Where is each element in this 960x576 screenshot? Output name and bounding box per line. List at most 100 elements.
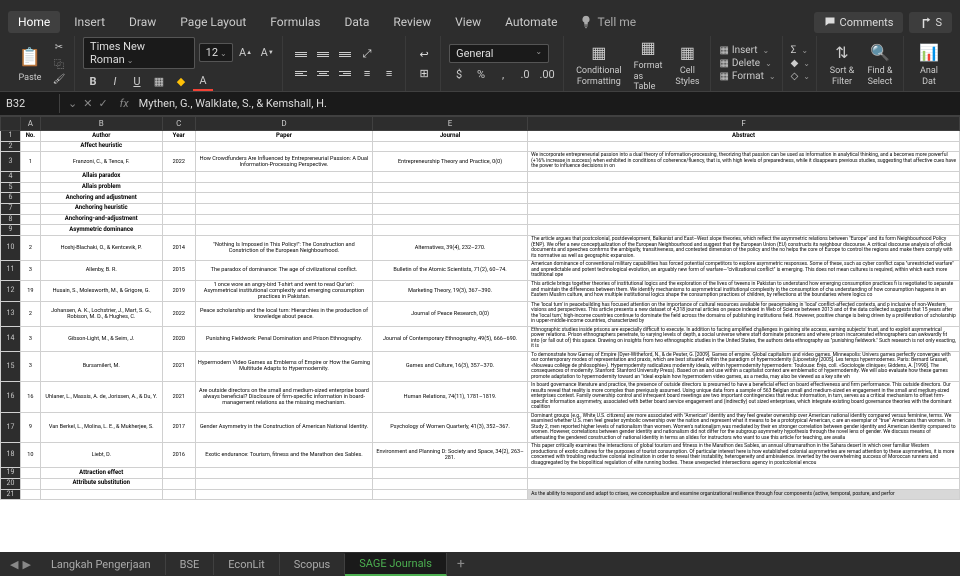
row-header[interactable]: 19	[1, 468, 21, 479]
row-header[interactable]: 17	[1, 412, 21, 443]
row-header[interactable]: 11	[1, 261, 21, 281]
align-bottom-button[interactable]	[335, 46, 355, 62]
find-select-button[interactable]: 🔍 Find &Select	[863, 41, 897, 87]
sheet-tab-langkah[interactable]: Langkah Pengerjaan	[37, 554, 166, 575]
col-header-a[interactable]: A	[20, 117, 40, 131]
accept-formula-icon[interactable]: ✓	[98, 97, 107, 110]
formula-input[interactable]: Mythen, G., Walklate, S., & Kemshall, H.	[133, 94, 960, 113]
increase-decimal-button[interactable]: .0	[515, 66, 535, 84]
menu-review[interactable]: Review	[383, 11, 441, 33]
sheet-tab-bse[interactable]: BSE	[166, 554, 215, 575]
row-header[interactable]: 15	[1, 351, 21, 382]
paste-button[interactable]: 📋 Paste	[14, 43, 46, 85]
speech-bubble-icon	[824, 16, 836, 28]
col-header-d[interactable]: D	[195, 117, 372, 131]
row-header[interactable]: 7	[1, 203, 21, 214]
row-header[interactable]: 8	[1, 214, 21, 225]
insert-cells-button[interactable]: ▦ Insert ⌄	[719, 45, 775, 56]
row-header[interactable]: 12	[1, 280, 21, 301]
menu-insert[interactable]: Insert	[64, 11, 115, 33]
menu-home[interactable]: Home	[8, 11, 60, 33]
increase-indent-button[interactable]: ≡	[379, 65, 399, 81]
row-header[interactable]: 4	[1, 171, 21, 182]
clear-button[interactable]: ◇ ⌄	[791, 71, 810, 82]
autosum-button[interactable]: Σ ⌄	[791, 45, 810, 56]
align-middle-button[interactable]	[313, 46, 333, 62]
format-cells-button[interactable]: ▦ Format ⌄	[719, 71, 775, 82]
decrease-decimal-button[interactable]: .00	[537, 66, 557, 84]
col-header-c[interactable]: C	[162, 117, 195, 131]
align-left-button[interactable]	[291, 65, 311, 81]
sort-filter-button[interactable]: ⇅ Sort &Filter	[825, 41, 859, 87]
align-right-button[interactable]	[335, 65, 355, 81]
row-header[interactable]: 21	[1, 489, 21, 500]
align-top-button[interactable]	[291, 46, 311, 62]
currency-button[interactable]: $	[449, 66, 469, 84]
row-header[interactable]: 18	[1, 443, 21, 468]
increase-font-button[interactable]: A▲	[237, 44, 255, 62]
cut-button[interactable]: ✂	[50, 41, 68, 55]
cell-styles-button[interactable]: ▦ CellStyles	[670, 41, 704, 87]
col-header-b[interactable]: B	[40, 117, 162, 131]
spreadsheet-grid[interactable]: ABCDEF 1No.AuthorYearPaperJournalAbstrac…	[0, 116, 960, 500]
menu-view[interactable]: View	[445, 11, 491, 33]
formula-dropdown-icon[interactable]: ⌄	[68, 97, 77, 110]
orientation-button[interactable]: ⤢	[357, 46, 377, 62]
share-button[interactable]: S	[909, 12, 952, 33]
row-header[interactable]: 3	[1, 152, 21, 172]
comma-button[interactable]: ,	[493, 66, 513, 84]
decrease-indent-button[interactable]: ≡	[357, 65, 377, 81]
tab-nav-prev-icon[interactable]: ◀	[10, 558, 18, 571]
menu-draw[interactable]: Draw	[119, 11, 166, 33]
row-header[interactable]: 16	[1, 382, 21, 413]
conditional-formatting-icon: ▦	[586, 41, 612, 65]
italic-button[interactable]: I	[105, 73, 125, 91]
row-header[interactable]: 2	[1, 141, 21, 152]
fill-color-button[interactable]: ◆	[171, 73, 191, 91]
font-color-button[interactable]: A	[193, 73, 213, 91]
menu-formulas[interactable]: Formulas	[260, 11, 330, 33]
row-header[interactable]: 6	[1, 193, 21, 204]
tell-me-search[interactable]: Tell me	[579, 15, 636, 29]
add-sheet-button[interactable]: +	[447, 552, 475, 576]
sheet-tab-scopus[interactable]: Scopus	[280, 554, 345, 575]
format-as-table-button[interactable]: ▦ Formatas Table	[630, 36, 667, 92]
analyze-data-button[interactable]: 📊 AnalDat	[912, 41, 946, 87]
sheet-tab-sage[interactable]: SAGE Journals	[345, 553, 447, 576]
cancel-formula-icon[interactable]: ✕	[83, 97, 92, 110]
analyze-icon: 📊	[916, 41, 942, 65]
border-button[interactable]: ▦	[149, 73, 169, 91]
menu-page-layout[interactable]: Page Layout	[170, 11, 256, 33]
align-center-button[interactable]	[313, 65, 333, 81]
row-header[interactable]: 1	[1, 131, 21, 142]
col-header-e[interactable]: E	[373, 117, 528, 131]
menu-data[interactable]: Data	[335, 11, 380, 33]
row-header[interactable]: 9	[1, 225, 21, 236]
tab-nav-next-icon[interactable]: ▶	[22, 558, 30, 571]
number-format-select[interactable]: General⌄	[449, 44, 549, 63]
row-header[interactable]: 20	[1, 478, 21, 489]
row-header[interactable]: 13	[1, 301, 21, 326]
row-header[interactable]: 10	[1, 236, 21, 261]
merge-button[interactable]: ⊞	[414, 65, 434, 81]
wrap-text-button[interactable]: ↩	[414, 46, 434, 62]
underline-button[interactable]: U	[127, 73, 147, 91]
row-header[interactable]: 5	[1, 182, 21, 193]
percent-button[interactable]: %	[471, 66, 491, 84]
decrease-font-button[interactable]: A▼	[258, 44, 276, 62]
col-header-f[interactable]: F	[528, 117, 960, 131]
delete-cells-button[interactable]: ▦ Delete ⌄	[719, 58, 775, 69]
comments-button[interactable]: Comments	[814, 12, 904, 33]
search-icon: 🔍	[867, 41, 893, 65]
bold-button[interactable]: B	[83, 73, 103, 91]
format-painter-button[interactable]: 🖌	[50, 73, 68, 87]
copy-button[interactable]: ⿻	[50, 57, 68, 71]
row-header[interactable]: 14	[1, 326, 21, 351]
font-size-select[interactable]: 12⌄	[199, 43, 233, 62]
font-name-select[interactable]: Times New Roman⌄	[83, 37, 195, 69]
sheet-tab-econlit[interactable]: EconLit	[214, 554, 279, 575]
conditional-formatting-button[interactable]: ▦ ConditionalFormatting	[572, 41, 626, 87]
name-box[interactable]: B32	[0, 94, 60, 113]
menu-automate[interactable]: Automate	[495, 11, 567, 33]
fill-button[interactable]: ◆ ⌄	[791, 58, 810, 69]
